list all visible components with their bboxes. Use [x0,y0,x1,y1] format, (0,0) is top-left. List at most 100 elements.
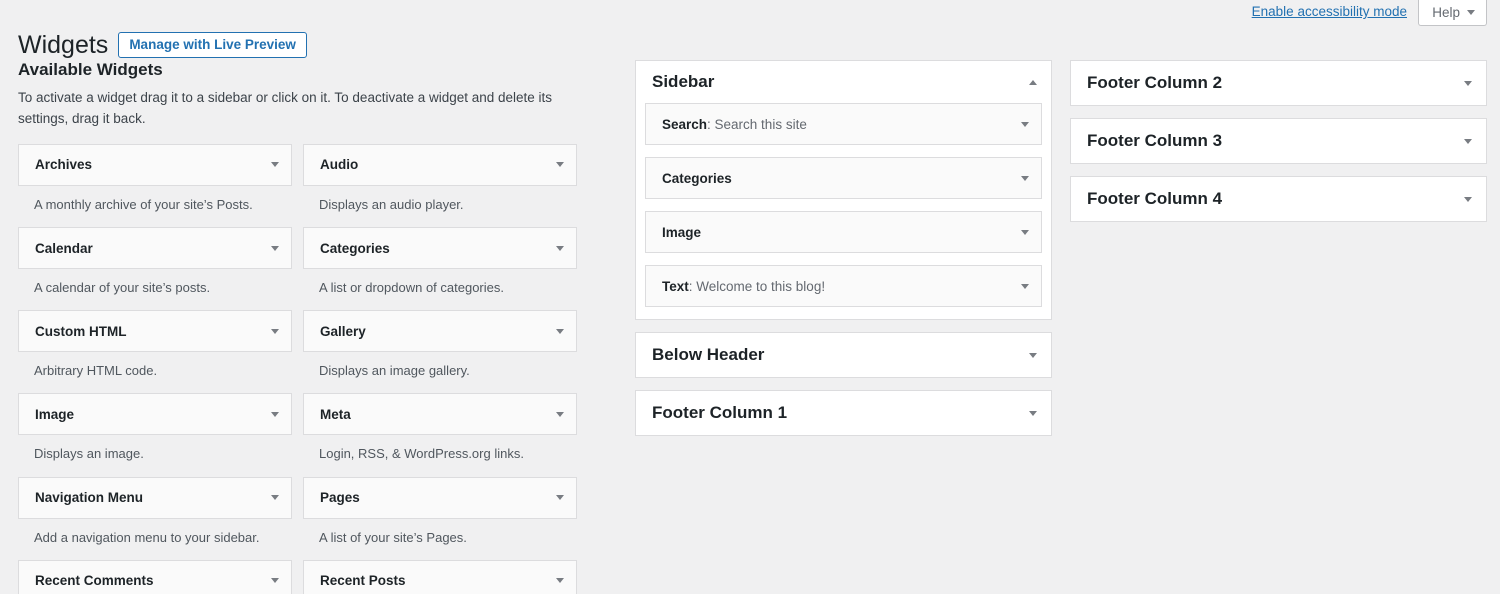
widget-card-header[interactable]: Gallery [303,310,577,352]
widget-name: Archives [35,157,271,172]
widget-card-header[interactable]: Recent Comments [18,560,292,594]
manage-with-live-preview-button[interactable]: Manage with Live Preview [118,32,307,59]
assigned-widget-type: Search [662,117,707,132]
chevron-down-icon[interactable] [556,495,564,500]
widget-name: Gallery [320,324,556,339]
sidebar-panel-title: Footer Column 4 [1087,189,1464,209]
chevron-down-icon[interactable] [556,162,564,167]
available-widgets-grid: Archives A monthly archive of your site’s… [18,144,593,594]
sidebar-panel-footer-column-2: Footer Column 2 [1070,60,1487,106]
sidebar-panel-title: Footer Column 1 [652,403,1029,423]
sidebars-column-middle: Sidebar Search: Search this site Categorie… [635,60,1052,448]
chevron-down-icon[interactable] [556,578,564,583]
chevron-down-icon[interactable] [1021,284,1029,289]
widget-name: Image [35,407,271,422]
assigned-widget-label: Text: Welcome to this blog! [662,279,1021,294]
available-widget-recent-comments: Recent Comments [18,560,292,594]
widget-card-header[interactable]: Archives [18,144,292,186]
chevron-down-icon[interactable] [1021,176,1029,181]
widget-card-header[interactable]: Categories [303,227,577,269]
sidebar-panel-header[interactable]: Footer Column 4 [1071,177,1486,221]
widget-card-header[interactable]: Custom HTML [18,310,292,352]
widget-description: Login, RSS, & WordPress.org links. [303,435,577,475]
chevron-down-icon[interactable] [1464,81,1472,86]
widget-description: Arbitrary HTML code. [18,352,292,392]
sidebars-column-right: Footer Column 2 Footer Column 3 Footer Col… [1070,60,1487,234]
widget-card-header[interactable]: Audio [303,144,577,186]
widget-card-header[interactable]: Calendar [18,227,292,269]
help-tab-label: Help [1432,5,1460,20]
sidebar-panel-footer-column-3: Footer Column 3 [1070,118,1487,164]
available-widget-gallery: Gallery Displays an image gallery. [303,310,577,392]
chevron-down-icon[interactable] [1464,197,1472,202]
sidebar-panel-title: Sidebar [652,72,1029,92]
widget-name: Categories [320,241,556,256]
sidebar-panel-header[interactable]: Footer Column 2 [1071,61,1486,105]
available-widget-audio: AudioDisplays an audio player. [303,144,577,226]
widget-name: Pages [320,490,556,505]
sidebar-panel-title: Footer Column 2 [1087,73,1464,93]
chevron-down-icon[interactable] [1029,411,1037,416]
chevron-down-icon[interactable] [1021,230,1029,235]
available-widget-archives: Archives A monthly archive of your site’s… [18,144,292,226]
sidebar-panel-header[interactable]: Footer Column 3 [1071,119,1486,163]
sidebar-panel-footer-column-4: Footer Column 4 [1070,176,1487,222]
assigned-widget-image[interactable]: Image [645,211,1042,253]
assigned-widget-categories[interactable]: Categories [645,157,1042,199]
widget-card-header[interactable]: Pages [303,477,577,519]
sidebar-panel-header[interactable]: Below Header [636,333,1051,377]
available-widget-calendar: CalendarA calendar of your site’s posts. [18,227,292,309]
assigned-widget-label: Search: Search this site [662,117,1021,132]
assigned-widget-type: Image [662,225,701,240]
widget-name: Recent Posts [320,573,556,588]
widget-card-header[interactable]: Navigation Menu [18,477,292,519]
chevron-down-icon[interactable] [1021,122,1029,127]
widget-description: Displays an image gallery. [303,352,577,392]
chevron-down-icon[interactable] [271,329,279,334]
widget-card-header[interactable]: Recent Posts [303,560,577,594]
sidebar-panel-header[interactable]: Footer Column 1 [636,391,1051,435]
chevron-down-icon[interactable] [271,412,279,417]
chevron-down-icon[interactable] [271,578,279,583]
widget-description: A calendar of your site’s posts. [18,269,292,309]
chevron-down-icon[interactable] [556,246,564,251]
help-tab-button[interactable]: Help [1418,0,1487,26]
widget-card-header[interactable]: Image [18,393,292,435]
widget-description: A list of your site’s Pages. [303,519,577,559]
assigned-widget-label: Categories [662,171,1021,186]
widget-description: A monthly archive of your site’s Posts. [18,186,292,226]
widget-card-header[interactable]: Meta [303,393,577,435]
chevron-down-icon[interactable] [271,495,279,500]
widget-name: Audio [320,157,556,172]
assigned-widget-label: Image [662,225,1021,240]
available-widget-categories: CategoriesA list or dropdown of categori… [303,227,577,309]
available-widget-navigation-menu: Navigation MenuAdd a navigation menu to … [18,477,292,559]
widget-name: Meta [320,407,556,422]
widget-name: Navigation Menu [35,490,271,505]
widget-description: Displays an image. [18,435,292,475]
available-widget-pages: Pages A list of your site’s Pages. [303,477,577,559]
assigned-widget-text[interactable]: Text: Welcome to this blog! [645,265,1042,307]
chevron-up-icon[interactable] [1029,80,1037,85]
chevron-down-icon[interactable] [271,246,279,251]
sidebar-panel-header[interactable]: Sidebar [636,61,1051,103]
available-widgets-section: Available Widgets To activate a widget d… [18,60,593,594]
available-widget-image: Image Displays an image. [18,393,292,475]
chevron-down-icon[interactable] [1029,353,1037,358]
assigned-widget-search[interactable]: Search: Search this site [645,103,1042,145]
chevron-down-icon[interactable] [271,162,279,167]
assigned-widget-type: Categories [662,171,732,186]
sidebar-panel-below-header: Below Header [635,332,1052,378]
available-widget-meta: Meta Login, RSS, & WordPress.org links. [303,393,577,475]
sidebar-panel-title: Footer Column 3 [1087,131,1464,151]
chevron-down-icon[interactable] [1464,139,1472,144]
available-widget-recent-posts: Recent Posts [303,560,577,594]
widget-name: Recent Comments [35,573,271,588]
enable-accessibility-mode-link[interactable]: Enable accessibility mode [1252,4,1407,19]
available-widget-custom-html: Custom HTMLArbitrary HTML code. [18,310,292,392]
chevron-down-icon[interactable] [556,329,564,334]
chevron-down-icon[interactable] [556,412,564,417]
available-widgets-description: To activate a widget drag it to a sideba… [18,88,578,130]
assigned-widget-type: Text [662,279,689,294]
page-title: Widgets [18,30,108,60]
